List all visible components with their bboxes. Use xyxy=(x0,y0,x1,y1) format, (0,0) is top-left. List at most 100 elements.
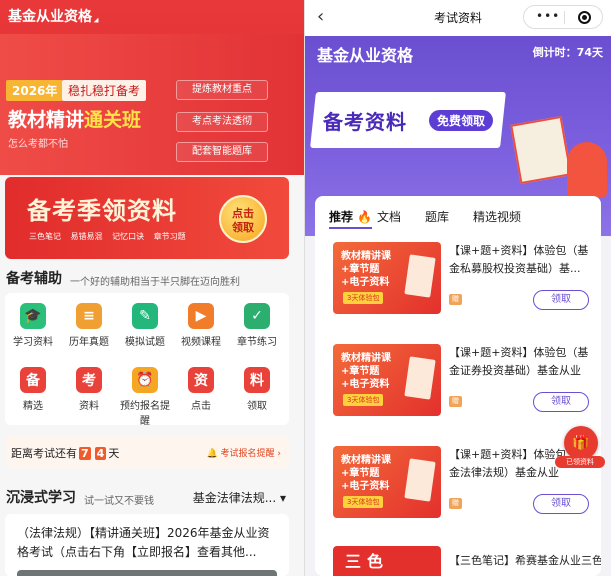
thumbnail-line: 教材精讲课 xyxy=(341,251,391,262)
jing-character-icon: 备 xyxy=(20,367,46,393)
gift-tag: 赠 xyxy=(449,396,462,407)
aid-item-label: 精选 xyxy=(23,401,43,412)
aid-item-label: 视频课程 xyxy=(181,337,221,348)
tab-recommend-label: 推荐 xyxy=(329,210,354,224)
fire-icon: 🔥 xyxy=(357,210,373,224)
alarm-clock-icon: ⏰ xyxy=(132,367,158,393)
tab-documents[interactable]: 文档 xyxy=(377,208,401,225)
aid-item[interactable]: ✓ 章节练习 xyxy=(229,303,285,348)
document-illustration xyxy=(404,254,436,298)
study-subtitle: 试一试又不要钱 xyxy=(84,496,154,507)
exam-paper-icon: ≡ xyxy=(76,303,102,329)
feature-tag: 考点考法透彻 xyxy=(176,112,268,132)
app-title[interactable]: 基金从业资格 xyxy=(8,6,92,26)
promo-banner[interactable]: 备考季领资料 三色笔记 易错易混 记忆口诀 章节习题 点击 领取 xyxy=(5,177,289,259)
hero-banner-text: 备考资料 xyxy=(323,110,407,134)
material-item[interactable]: 教材精讲课 +章节题 +电子资料 3天体验包 【课+题+资料】体验包（基金证券投资基础）… xyxy=(329,344,595,434)
thumbnail-badge: 3天体验包 xyxy=(343,496,384,508)
checklist-icon: ✓ xyxy=(244,303,270,329)
left-pane: 基金从业资格 2026年 稳扎稳打备考 教材精讲通关班 怎么考都不怕 提炼教材重… xyxy=(0,0,304,576)
aids-grid: 🎓 学习资料 ≡ 历年真题 ✎ 模拟试题 ▶ 视频课程 ✓ 章节练习备精选考资料 ⏰ 预约报名提醒资点… xyxy=(5,293,289,427)
exam-countdown-bar: 距离考试还有 7 4 天 🔔 考试报名提醒 › xyxy=(5,436,289,468)
thumbnail-lines: 教材精讲课 +章节题 +电子资料 xyxy=(341,454,391,493)
graduation-cap-icon: 🎓 xyxy=(20,303,46,329)
material-title: 【课+题+资料】体验包（基金证券投资基础）基金从业 xyxy=(449,346,589,377)
subject-filter-dropdown[interactable]: 基金法律法规... ▾ xyxy=(193,489,286,506)
claim-button[interactable]: 领取 xyxy=(533,494,589,514)
thumbnail-line: 教材精讲课 xyxy=(341,455,391,466)
aid-item[interactable]: 考资料 xyxy=(61,367,117,412)
material-thumbnail: 教材精讲课 +章节题 +电子资料 3天体验包 xyxy=(333,344,441,416)
promo-tag: 易错易混 xyxy=(70,232,103,241)
aid-item[interactable]: 资点击 xyxy=(173,367,229,412)
promo-claim-button[interactable]: 点击 领取 xyxy=(219,195,267,243)
capsule-divider xyxy=(564,11,565,24)
countdown-digit: 7 xyxy=(79,447,91,460)
thumbnail-line: +章节题 xyxy=(341,264,380,275)
material-thumbnail: 教材精讲课 +章节题 +电子资料 3天体验包 xyxy=(333,446,441,518)
mini-program-capsule: ••• xyxy=(523,5,603,29)
countdown-suffix: 天 xyxy=(108,447,120,460)
tab-recommend[interactable]: 推荐 🔥 xyxy=(329,208,373,229)
thumbnail-text: 三色 xyxy=(345,552,390,571)
zi-character-icon: 资 xyxy=(188,367,214,393)
thumbnail-line: +章节题 xyxy=(341,366,380,377)
feature-tag: 配套智能题库 xyxy=(176,142,268,162)
liao-character-icon: 料 xyxy=(244,367,270,393)
document-illustration xyxy=(404,458,436,502)
aid-item-label: 领取 xyxy=(247,401,267,412)
material-item[interactable]: 教材精讲课 +章节题 +电子资料 3天体验包 【课+题+资料】体验包（基金私募股权投资基… xyxy=(329,242,595,332)
thumbnail-lines: 教材精讲课 +章节题 +电子资料 xyxy=(341,352,391,391)
gift-icon: 🎁 xyxy=(564,426,598,460)
thumbnail-line: +电子资料 xyxy=(341,481,390,492)
gift-tag: 赠 xyxy=(449,498,462,509)
tab-videos[interactable]: 精选视频 xyxy=(473,208,521,225)
aid-item[interactable]: 备精选 xyxy=(5,367,61,412)
bell-icon: 🔔 xyxy=(206,449,218,459)
thumbnail-lines: 教材精讲课 +章节题 +电子资料 xyxy=(341,250,391,289)
claim-button[interactable]: 领取 xyxy=(533,290,589,310)
claimed-materials-float-button[interactable]: 🎁 已领资料 xyxy=(555,426,605,472)
book-illustration xyxy=(510,115,572,185)
exam-reminder-link[interactable]: 🔔 考试报名提醒 › xyxy=(206,446,281,459)
promo-tag: 章节习题 xyxy=(153,232,186,241)
quiz-icon: ✎ xyxy=(132,303,158,329)
course-title: 教材精讲通关班 xyxy=(8,105,141,132)
material-thumbnail: 教材精讲课 +章节题 +电子资料 3天体验包 xyxy=(333,242,441,314)
aid-item[interactable]: ≡ 历年真题 xyxy=(61,303,117,348)
countdown-prefix: 距离考试还有 xyxy=(11,447,77,460)
aid-item[interactable]: ✎ 模拟试题 xyxy=(117,303,173,348)
course-card-image xyxy=(17,570,277,576)
promo-claim-label: 点击 领取 xyxy=(232,207,254,234)
thumbnail-badge: 3天体验包 xyxy=(343,394,384,406)
list-item-title[interactable]: 【三色笔记】希赛基金从业三色笔记& xyxy=(449,552,601,568)
thumbnail-badge: 3天体验包 xyxy=(343,292,384,304)
countdown-text: 距离考试还有 7 4 天 xyxy=(11,445,119,461)
promo-tag: 记忆口诀 xyxy=(112,232,145,241)
year-badge: 2026年 xyxy=(6,80,64,101)
promo-title: 备考季领资料 xyxy=(27,197,177,225)
left-header: 基金从业资格 2026年 稳扎稳打备考 教材精讲通关班 怎么考都不怕 提炼教材重… xyxy=(0,0,304,175)
claim-button[interactable]: 领取 xyxy=(533,392,589,412)
aids-title: 备考辅助 xyxy=(6,271,62,287)
aid-item-label: 学习资料 xyxy=(13,337,53,348)
claimed-materials-label: 已领资料 xyxy=(555,456,605,468)
aid-item[interactable]: ▶ 视频课程 xyxy=(173,303,229,348)
close-target-icon[interactable] xyxy=(578,11,591,24)
gift-tag: 赠 xyxy=(449,294,462,305)
tab-question-bank[interactable]: 题库 xyxy=(425,208,449,225)
aid-item-label: 模拟试题 xyxy=(125,337,165,348)
document-illustration xyxy=(404,356,436,400)
aid-item[interactable]: 料领取 xyxy=(229,367,285,412)
more-icon[interactable]: ••• xyxy=(536,9,560,23)
person-illustration xyxy=(567,142,607,198)
aid-item[interactable]: ⏰ 预约报名提醒 xyxy=(117,367,173,427)
thumbnail-line: +电子资料 xyxy=(341,379,390,390)
free-claim-button[interactable]: 免费领取 xyxy=(429,110,494,131)
aid-item-label: 资料 xyxy=(79,401,99,412)
list-item-thumbnail[interactable]: 三色 xyxy=(333,546,441,576)
feature-tag: 提炼教材重点 xyxy=(176,80,268,100)
video-camera-icon: ▶ xyxy=(188,303,214,329)
course-card[interactable]: （法律法规）【精讲通关班】2026年基金从业资格考试（点击右下角【立即报名】查看… xyxy=(5,514,289,576)
aid-item[interactable]: 🎓 学习资料 xyxy=(5,303,61,348)
